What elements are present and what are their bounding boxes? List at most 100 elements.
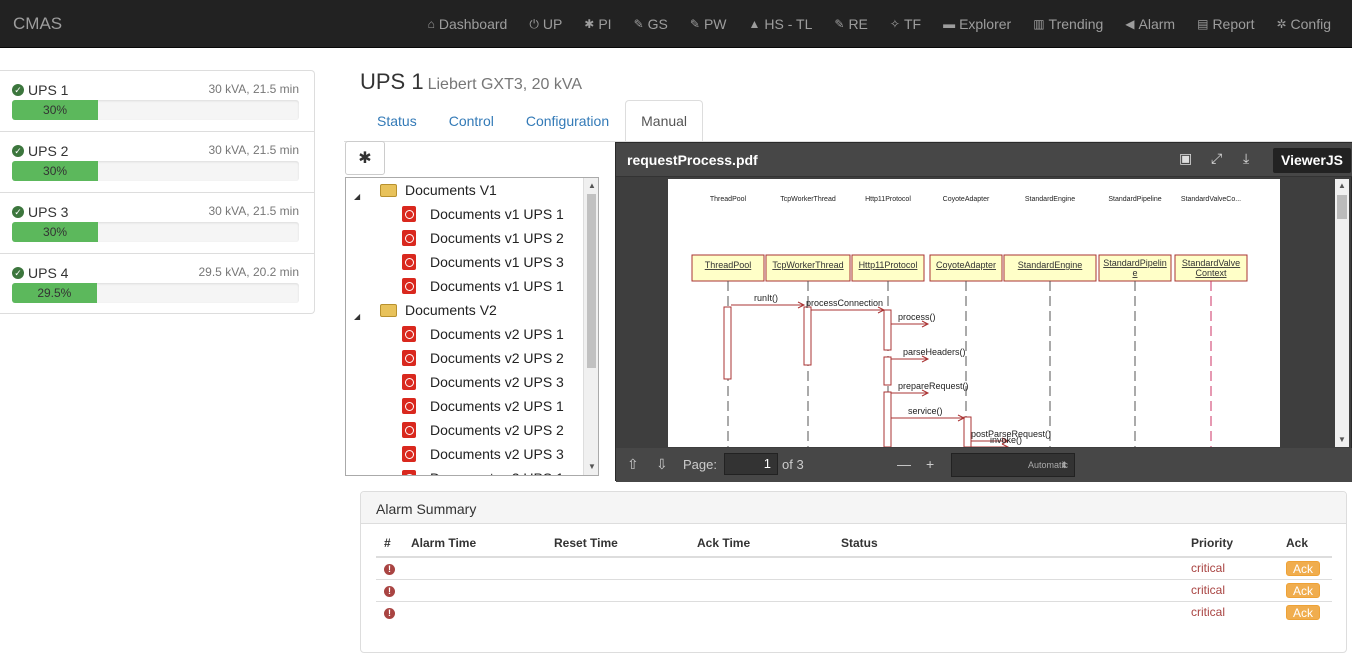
fullscreen-icon[interactable]: ⤢ <box>1211 150 1222 167</box>
download-icon[interactable]: ⤓ <box>1243 150 1249 167</box>
nav-item-pi[interactable]: ✱ PI <box>573 0 622 48</box>
tree-file[interactable]: Documents v2 UPS 1 <box>402 396 564 416</box>
alarm-col-header: Status <box>833 529 1183 558</box>
nav-item-trending[interactable]: ▥ Trending <box>1022 0 1114 48</box>
nav-item-dashboard[interactable]: ⌂ Dashboard <box>417 0 519 48</box>
nav-item-up[interactable]: ⏻ UP <box>518 0 573 48</box>
sequence-diagram: ThreadPool TcpWorkerThread Http11Protocol C… <box>691 196 1248 447</box>
nav-item-tf[interactable]: ✧ TF <box>879 0 932 48</box>
tree-folder-label: Documents V2 <box>405 302 497 318</box>
tree-scroll-thumb[interactable] <box>587 194 596 368</box>
collapse-toggle-icon[interactable]: ◢ <box>354 192 360 201</box>
tree-file[interactable]: Documents v2 UPS 2 <box>402 420 564 440</box>
lifeline-name: ThreadPool <box>705 260 752 270</box>
ups-list-item[interactable]: ✓ UPS 1 30 kVA, 21.5 min 30% <box>0 71 314 132</box>
tree-file[interactable]: Documents v1 UPS 1 <box>402 204 564 224</box>
nav-item-alarm[interactable]: ◀ Alarm <box>1114 0 1186 48</box>
zoom-select[interactable]: Automatic ⬍ <box>951 453 1075 477</box>
nav-item-gs[interactable]: ✎ GS <box>623 0 679 48</box>
alarm-col-header: Priority <box>1183 529 1278 558</box>
brand-logo[interactable]: CMAS <box>13 14 62 34</box>
message-label: invoke() <box>990 435 1022 445</box>
alarm-cell: ! <box>376 578 403 601</box>
alarm-cell <box>546 578 689 601</box>
tree-file[interactable]: Documents v1 UPS 2 <box>402 228 564 248</box>
ups-list-item[interactable]: ✓ UPS 2 30 kVA, 21.5 min 30% <box>0 132 314 193</box>
tree-file[interactable]: Documents v2 UPS 1 <box>402 324 564 344</box>
alarm-cell: critical <box>1183 600 1278 623</box>
alarm-cell: Ack <box>1278 600 1332 623</box>
pdf-icon <box>402 470 416 475</box>
nav-item-pw[interactable]: ✎ PW <box>679 0 738 48</box>
message-label: parseHeaders() <box>903 347 966 357</box>
viewer-scroll-up-icon[interactable]: ▲ <box>1338 181 1346 190</box>
tree-file[interactable]: Documents v2 UPS 3 <box>402 372 564 392</box>
load-progress-fill: 29.5% <box>12 283 97 303</box>
exclamation-circle-icon: ! <box>384 586 395 597</box>
prev-page-icon[interactable]: ⇧ <box>627 456 639 473</box>
ups-name: UPS 3 <box>28 204 69 220</box>
alarm-summary-panel: Alarm Summary # Alarm Time Reset Time Ack T… <box>360 491 1347 653</box>
nav-item-config[interactable]: ✲ Config <box>1265 0 1342 48</box>
tree-file[interactable]: Documents v1 UPS 3 <box>402 252 564 272</box>
check-circle-icon: ✓ <box>12 84 24 96</box>
viewer-brand[interactable]: ViewerJS <box>1272 148 1351 173</box>
nav-item-hs-tl[interactable]: ▲ HS - TL <box>738 0 824 48</box>
ack-button[interactable]: Ack <box>1286 560 1321 576</box>
exclamation-circle-icon: ! <box>384 608 395 620</box>
tab-control[interactable]: Control <box>433 100 510 142</box>
pdf-viewer: requestProcess.pdf ▣ ⤢ ⤓ ViewerJS Thread… <box>615 142 1352 482</box>
folder-icon <box>380 303 397 317</box>
tree-scrollbar[interactable]: ▲ ▼ <box>583 178 598 475</box>
page-number-input[interactable]: 1 <box>724 453 778 475</box>
viewer-scrollbar[interactable]: ▲ ▼ <box>1335 179 1349 447</box>
ack-button[interactable]: Ack <box>1286 582 1321 598</box>
collapse-toggle-icon[interactable]: ◢ <box>354 312 360 321</box>
bullhorn-icon: ◀ <box>1125 17 1135 31</box>
viewer-scroll-down-icon[interactable]: ▼ <box>1338 435 1346 444</box>
tree-file[interactable]: Documents v2 UPS 1 <box>402 468 564 475</box>
lifeline-name: Context <box>1195 268 1227 278</box>
load-progress-fill: 30% <box>12 161 99 181</box>
select-arrows-icon: ⬍ <box>1060 460 1068 470</box>
pdf-icon <box>402 278 416 294</box>
ups-list-item[interactable]: ✓ UPS 3 30 kVA, 21.5 min 30% <box>0 193 314 254</box>
next-page-icon[interactable]: ⇩ <box>656 456 668 473</box>
ack-button[interactable]: Ack <box>1286 604 1321 620</box>
tab-manual[interactable]: Manual <box>625 100 704 142</box>
message-label: process() <box>898 312 936 322</box>
scroll-down-icon[interactable]: ▼ <box>588 462 596 471</box>
alarm-col-header: Reset Time <box>546 529 689 558</box>
tab-status[interactable]: Status <box>361 100 433 142</box>
alarm-cell <box>403 578 546 601</box>
tree-folder[interactable]: Documents V2 <box>380 300 497 320</box>
zoom-out-icon[interactable]: — <box>897 456 911 472</box>
nav-item-re[interactable]: ✎ RE <box>823 0 879 48</box>
tree-folder[interactable]: Documents V1 <box>380 180 497 200</box>
tint-icon: ▲ <box>748 17 761 31</box>
diagram-header-label: StandardPipeline <box>1108 196 1161 203</box>
alarm-cell <box>689 556 833 579</box>
zoom-in-icon[interactable]: + <box>926 456 934 472</box>
pdf-icon <box>402 206 416 222</box>
tree-folder-label: Documents V1 <box>405 182 497 198</box>
report-icon: ▤ <box>1197 17 1209 31</box>
nav-item-explorer[interactable]: ▬ Explorer <box>932 0 1022 48</box>
asterisk-icon: ✱ <box>584 17 595 31</box>
ups-list-item[interactable]: ✓ UPS 4 29.5 kVA, 20.2 min 29.5% <box>0 254 314 315</box>
viewer-scroll-thumb[interactable] <box>1337 195 1347 219</box>
tree-file[interactable]: Documents v1 UPS 1 <box>402 276 564 296</box>
scroll-up-icon[interactable]: ▲ <box>588 181 596 190</box>
activation-bar <box>883 309 892 351</box>
priority-label: critical <box>1191 583 1226 597</box>
load-progress-fill: 30% <box>12 100 99 120</box>
exclamation-circle-icon: ! <box>384 564 395 576</box>
nav-item-label: RE <box>848 16 868 32</box>
presentation-icon[interactable]: ▣ <box>1179 150 1192 167</box>
nav-item-label: UP <box>542 16 563 32</box>
nav-item-report[interactable]: ▤ Report <box>1186 0 1265 48</box>
tree-file[interactable]: Documents v2 UPS 2 <box>402 348 564 368</box>
tree-file[interactable]: Documents v2 UPS 3 <box>402 444 564 464</box>
tab-configuration[interactable]: Configuration <box>510 100 625 142</box>
tree-expand-button[interactable]: ✱ <box>345 141 385 175</box>
